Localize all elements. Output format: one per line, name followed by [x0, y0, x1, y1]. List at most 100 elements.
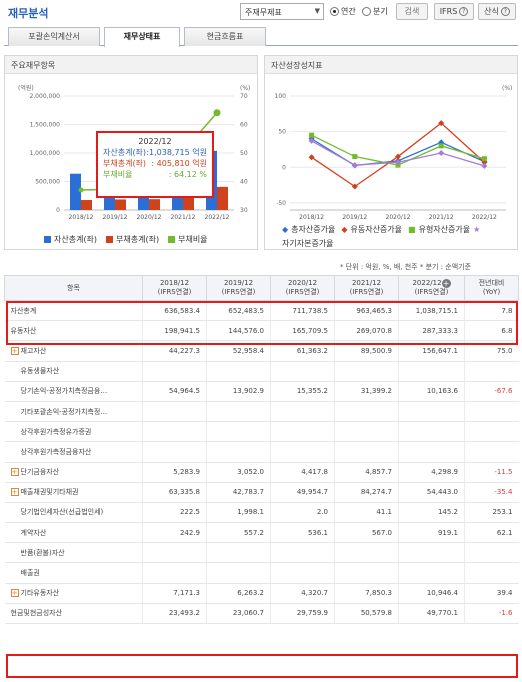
right-chart-legend: ◆ 총자산증가율 ◆ 유동자산증가율 ■ 유형자산증가율 ★ 자기자본증가율 — [282, 224, 516, 249]
value-cell: 287,333.3 — [398, 320, 465, 342]
statement-select[interactable]: 주재무제표 ▼ — [240, 3, 324, 20]
x-tick-label: 2021/12 — [429, 214, 454, 221]
expand-row-icon[interactable]: + — [10, 346, 19, 355]
value-cell — [334, 361, 399, 382]
value-cell: 41.1 — [334, 502, 399, 524]
toolbar: 재무분석 주재무제표 ▼ 연간 분기 검색 IFRS ? 산식 ? — [0, 0, 522, 26]
value-cell: 42,783.7 — [206, 482, 271, 503]
value-cell: 4,320.7 — [270, 583, 335, 604]
row-label-cell: 유동생물자산 — [4, 361, 143, 382]
tooltip-ratio-value: : 64.12 % — [168, 170, 207, 179]
y-tick-label: 0 — [282, 164, 286, 171]
value-cell: 23,493.2 — [142, 603, 207, 625]
value-cell: 49,954.7 — [270, 482, 335, 503]
debt-ratio-point — [78, 187, 84, 193]
radio-annual[interactable]: 연간 — [330, 4, 356, 18]
value-cell: 4,298.9 — [398, 462, 465, 483]
chevron-down-icon: ▼ — [314, 7, 320, 15]
value-cell — [142, 401, 207, 423]
tab-cash-flow[interactable]: 현금흐름표 — [184, 27, 266, 46]
formula-button[interactable]: 산식 ? — [478, 3, 516, 20]
left-chart-legend: 자산총계(좌) 부채총계(좌) 부채비율 — [44, 234, 208, 245]
tab-income-statement[interactable]: 포괄손익계산서 — [8, 27, 100, 46]
row-label: 배출권 — [20, 569, 40, 578]
radio-quarter[interactable]: 분기 — [362, 4, 388, 18]
row-label: 유동자산 — [10, 326, 37, 335]
tooltip-assets-label: 자산총계(좌) — [103, 148, 147, 157]
table-row: 당기손익-공정가치측정금융… 54,964.5 13,902.9 15,355.2 31… — [4, 381, 519, 402]
value-cell — [270, 361, 335, 382]
column-header: 전년대비 (YoY) — [464, 275, 519, 301]
value-cell — [270, 421, 335, 443]
table-row: 배출권 — [4, 562, 519, 584]
column-header: 2022/12+ (IFRS연결) — [398, 275, 465, 301]
table-row: 상각후원가측정유가증권 — [4, 421, 519, 443]
legend-label[interactable]: 총자산증가율 — [291, 224, 335, 235]
row-label: 매출채권및기타채권 — [20, 488, 79, 497]
table-row: 반품(환불)자산 — [4, 542, 519, 564]
ifrs-button[interactable]: IFRS ? — [434, 3, 474, 20]
legend-label[interactable]: 자산총계(좌) — [54, 234, 97, 245]
yoy-cell — [464, 401, 519, 423]
legend-label[interactable]: 유동자산증가율 — [350, 224, 402, 235]
legend-label[interactable]: 자기자본증가율 — [282, 238, 334, 249]
x-tick-label: 2019/12 — [342, 214, 367, 221]
search-button[interactable]: 검색 — [396, 3, 428, 20]
table-row: 유동생물자산 — [4, 361, 519, 382]
radio-quarter-label: 분기 — [373, 6, 388, 16]
value-cell — [398, 441, 465, 463]
value-cell: 5,283.9 — [142, 462, 207, 483]
row-label-cell[interactable]: + 단기금융자산 — [4, 462, 143, 483]
row-label-cell[interactable]: + 매출채권및기타채권 — [4, 482, 143, 503]
row-label: 상각후원가측정유가증권 — [20, 427, 92, 436]
value-cell: 54,443.0 — [398, 482, 465, 503]
add-column-icon[interactable]: + — [441, 278, 451, 288]
column-header-basis: (YoY) — [482, 288, 501, 296]
legend-marker-icon: ★ — [473, 225, 481, 234]
tooltip-ratio: 부채비율 : 64.12 % — [103, 169, 207, 180]
tab-bar: 포괄손익계산서 재무상태표 현금흐름표 — [4, 27, 518, 47]
legend-label[interactable]: 부채총계(좌) — [116, 234, 159, 245]
legend-label[interactable]: 부채비율 — [178, 234, 207, 245]
legend-label[interactable]: 유형자산증가율 — [419, 224, 471, 235]
column-header-basis: (IFRS연결) — [349, 288, 384, 296]
row-label: 자산총계 — [10, 306, 37, 315]
row-label-cell[interactable]: + 기타유동자산 — [4, 583, 143, 604]
value-cell: 3,052.0 — [206, 462, 271, 483]
column-header-basis: (IFRS연결) — [414, 288, 449, 297]
expand-row-icon[interactable]: + — [10, 488, 19, 497]
value-cell — [206, 421, 271, 443]
value-cell: 198,941.5 — [142, 320, 207, 342]
tangible-assets-growth-point — [309, 132, 315, 138]
tooltip-ratio-label: 부채비율 — [103, 170, 133, 179]
x-tick-label: 2018/12 — [69, 214, 94, 221]
y-tick-label: -50 — [276, 200, 286, 207]
value-cell — [206, 562, 271, 584]
left-axis-unit: (억원) — [18, 84, 34, 92]
value-cell: 49,770.1 — [398, 603, 465, 625]
value-cell: 636,583.4 — [142, 300, 207, 322]
table-row: + 기타유동자산 7,171.3 6,263.2 4,320.7 7,850.3 10,94… — [4, 583, 519, 604]
value-cell: 31,399.2 — [334, 381, 399, 402]
column-header-year: 2019/12 — [223, 279, 254, 287]
table-row: 현금및현금성자산 23,493.2 23,060.7 29,759.9 50,579.8… — [4, 603, 519, 625]
value-cell — [398, 542, 465, 564]
expand-row-icon[interactable]: + — [10, 468, 19, 477]
value-cell: 50,579.8 — [334, 603, 399, 625]
row-label-cell[interactable]: + 재고자산 — [4, 340, 143, 362]
row-label: 당기손익-공정가치측정금융… — [20, 387, 108, 396]
row-label: 계약자산 — [20, 528, 47, 537]
bar-total-liabilities — [115, 199, 126, 210]
tab-balance-sheet[interactable]: 재무상태표 — [104, 27, 180, 47]
legend-swatch — [44, 236, 51, 243]
right-axis-unit: (%) — [240, 85, 250, 92]
value-cell — [270, 401, 335, 423]
highlight-box — [6, 654, 518, 678]
x-tick-label: 2021/12 — [171, 214, 196, 221]
value-cell: 4,417.8 — [270, 462, 335, 483]
value-cell: 963,465.3 — [334, 300, 399, 322]
expand-row-icon[interactable]: + — [10, 589, 19, 598]
tangible-assets-growth-point — [481, 156, 487, 162]
tooltip-liabilities: 부채총계(좌): 405,810 억원 — [103, 158, 207, 169]
row-label: 기타포괄손익-공정가치측정… — [20, 407, 108, 416]
